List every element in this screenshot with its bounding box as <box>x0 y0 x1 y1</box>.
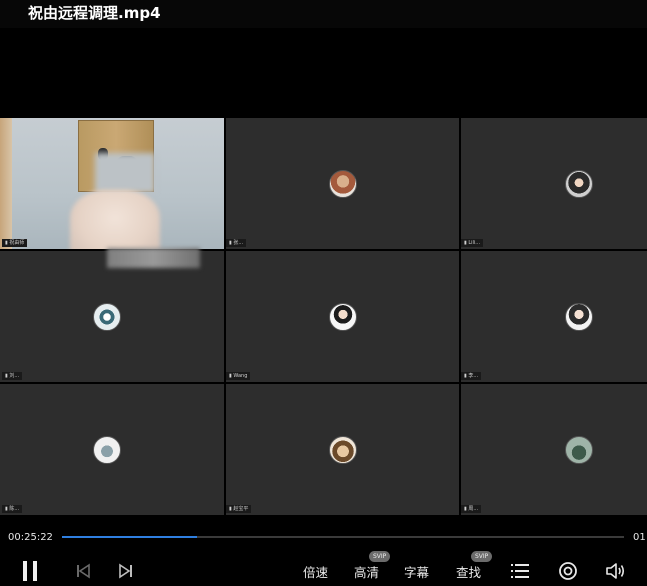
previous-button[interactable] <box>72 556 94 586</box>
skip-previous-icon <box>77 563 90 579</box>
participant-name: ▮ 周... <box>461 505 482 513</box>
playlist-icon <box>511 564 529 578</box>
control-bar: 00:25:22 01 倍速 SVIP 高清 字幕 SVIP 查找 <box>0 516 647 586</box>
participant-tile: ▮ 张... <box>226 118 459 249</box>
playback-speed-button[interactable]: 倍速 <box>303 562 328 581</box>
total-time: 01 <box>633 532 646 543</box>
avatar <box>329 170 357 198</box>
settings-icon <box>559 562 577 580</box>
pause-button[interactable] <box>16 556 44 586</box>
search-button[interactable]: 查找 <box>456 562 481 581</box>
privacy-blur <box>107 248 200 268</box>
participant-name: ▮ 李... <box>461 372 482 380</box>
volume-icon <box>606 563 625 579</box>
avatar <box>565 170 593 198</box>
avatar <box>329 436 357 464</box>
blurred-face <box>95 153 155 193</box>
current-time: 00:25:22 <box>8 532 53 543</box>
quality-button[interactable]: 高清 <box>354 562 379 581</box>
wall-decoration <box>0 118 12 249</box>
participant-name: ▮ 赵宝平 <box>226 505 252 513</box>
avatar <box>565 436 593 464</box>
title-bar: 祝由远程调理.mp4 <box>0 0 647 28</box>
svip-badge: SVIP <box>471 551 493 562</box>
settings-button[interactable] <box>556 556 580 586</box>
skip-next-icon <box>119 563 132 579</box>
progress-bar[interactable] <box>62 536 624 538</box>
avatar <box>93 303 121 331</box>
progress-fill <box>62 536 197 538</box>
svip-badge: SVIP <box>369 551 391 562</box>
blurred-person <box>70 190 160 249</box>
participant-tile: ▮ 赵宝平 <box>226 384 459 515</box>
participant-name: ▮ 祝由师 <box>2 239 28 247</box>
participant-tile: ▮ Wang <box>226 251 459 382</box>
next-button[interactable] <box>115 556 137 586</box>
subtitle-button[interactable]: 字幕 <box>404 562 429 581</box>
video-title: 祝由远程调理.mp4 <box>28 4 161 22</box>
avatar <box>93 436 121 464</box>
playlist-button[interactable] <box>508 556 532 586</box>
participant-tile-camera: ▮ 祝由师 <box>0 118 224 249</box>
volume-button[interactable] <box>603 556 629 586</box>
video-frame[interactable]: ▮ 祝由师 ▮ 张... ▮ Lili... ▮ 刘... ▮ Wang ▮ 李… <box>0 118 647 516</box>
participant-tile: ▮ Lili... <box>461 118 647 249</box>
participant-tile: ▮ 陈... <box>0 384 224 515</box>
participant-name: ▮ Lili... <box>461 239 484 247</box>
participant-tile: ▮ 周... <box>461 384 647 515</box>
participant-name: ▮ Wang <box>226 372 251 380</box>
participant-tile: ▮ 李... <box>461 251 647 382</box>
video-player: 祝由远程调理.mp4 ▮ 祝由师 ▮ 张... ▮ Lili... ▮ 刘...… <box>0 0 647 586</box>
participant-name: ▮ 刘... <box>2 372 23 380</box>
participant-name: ▮ 张... <box>226 239 247 247</box>
participant-name: ▮ 陈... <box>2 505 23 513</box>
participant-tile: ▮ 刘... <box>0 251 224 382</box>
avatar <box>329 303 357 331</box>
avatar <box>565 303 593 331</box>
pause-icon <box>23 561 37 581</box>
